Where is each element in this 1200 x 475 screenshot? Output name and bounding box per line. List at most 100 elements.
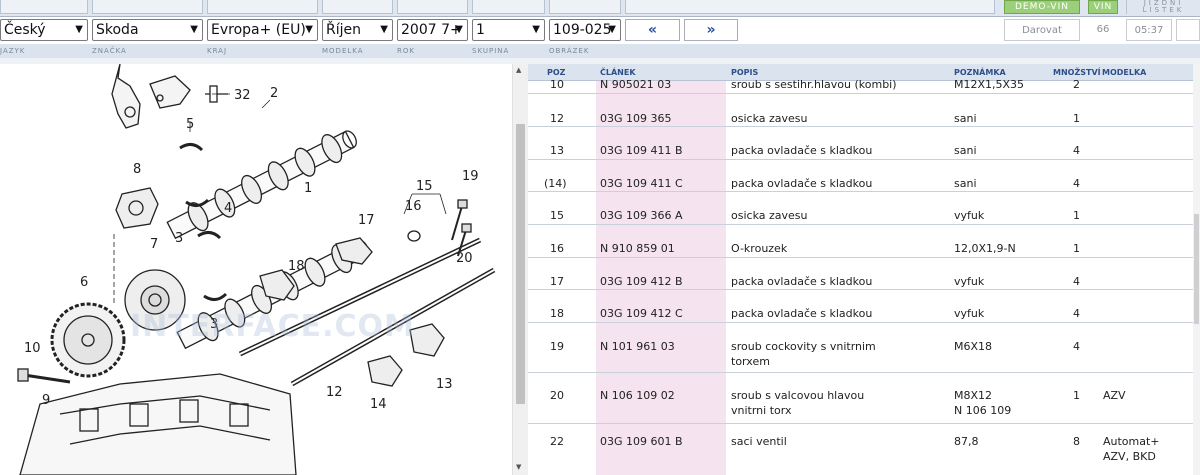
callout-19: 19 xyxy=(462,169,479,184)
cell-mnozstvi: 1 xyxy=(1073,389,1080,402)
scroll-thumb[interactable] xyxy=(516,124,525,404)
table-row[interactable]: 10 N 905021 03 sroub s sestihr.hlavou (k… xyxy=(528,78,1200,94)
top-tab-3[interactable] xyxy=(207,0,318,14)
cell-mnozstvi: 1 xyxy=(1073,112,1080,125)
year-value: 2007 7+ xyxy=(401,22,462,38)
table-row[interactable]: 16 N 910 859 01 O-krouzek 12,0X1,9-N 1 xyxy=(528,225,1200,258)
cell-poznamka: vyfuk xyxy=(954,275,985,288)
callout-7: 7 xyxy=(150,237,158,252)
cell-clanek[interactable]: 03G 109 366 A xyxy=(600,208,683,223)
callout-20: 20 xyxy=(456,251,473,266)
cell-clanek[interactable]: 03G 109 412 B xyxy=(600,274,683,289)
table-row[interactable]: 17 03G 109 412 B packa ovladače s kladko… xyxy=(528,258,1200,290)
table-scrollbar[interactable] xyxy=(1193,64,1200,475)
cell-clanek[interactable]: N 905021 03 xyxy=(600,77,671,92)
cell-modelka: AZV xyxy=(1103,389,1126,402)
cell-clanek[interactable]: 03G 109 601 B xyxy=(600,434,683,449)
table-row[interactable]: 13 03G 109 411 B packa ovladače s kladko… xyxy=(528,127,1200,160)
chevron-down-icon: ▼ xyxy=(305,24,313,35)
selector-row: Český ▼ Skoda ▼ Evropa+ (EU) ▼ Říjen ▼ 2007 … xyxy=(0,19,1200,42)
chevron-down-icon: ▼ xyxy=(190,24,198,35)
vin-button[interactable]: VIN xyxy=(1088,0,1118,14)
region-select[interactable]: Evropa+ (EU) ▼ xyxy=(207,19,318,41)
callout-17: 17 xyxy=(358,213,375,228)
table-scroll-thumb[interactable] xyxy=(1194,214,1199,324)
scroll-up-icon[interactable]: ▲ xyxy=(516,66,521,74)
chevron-down-icon: ▼ xyxy=(380,24,388,35)
brand-select[interactable]: Skoda ▼ xyxy=(92,19,203,41)
language-select[interactable]: Český ▼ xyxy=(0,19,88,41)
extra-box[interactable] xyxy=(1176,19,1200,41)
year-select[interactable]: 2007 7+ ▼ xyxy=(397,19,468,41)
top-tab-6[interactable] xyxy=(472,0,545,14)
cell-poznamka: sani xyxy=(954,144,977,157)
top-tab-4[interactable] xyxy=(322,0,393,14)
top-tab-2[interactable] xyxy=(92,0,203,14)
cell-poz: 15 xyxy=(550,209,564,222)
cell-modelka-line2: AZV, BKD xyxy=(1103,450,1156,463)
cell-clanek[interactable]: N 101 961 03 xyxy=(600,339,675,354)
cell-poznamka: sani xyxy=(954,112,977,125)
parts-diagram-svg: 32 2 5 8 1 4 15 19 16 17 3 7 20 18 3 6 1… xyxy=(17,64,496,475)
table-row[interactable]: 22 03G 109 601 B saci ventil 87,8 8 Auto… xyxy=(528,424,1200,475)
cell-poz: 12 xyxy=(550,112,564,125)
callout-6: 6 xyxy=(80,275,88,290)
callout-16: 16 xyxy=(405,199,422,214)
cell-clanek[interactable]: N 910 859 01 xyxy=(600,241,675,256)
callout-12: 12 xyxy=(326,385,343,400)
table-row[interactable]: 18 03G 109 412 C packa ovladače s kladko… xyxy=(528,290,1200,323)
table-row[interactable]: 15 03G 109 366 A osicka zavesu vyfuk 1 xyxy=(528,192,1200,225)
cell-clanek[interactable]: 03G 109 411 B xyxy=(600,143,683,158)
table-row[interactable]: 20 N 106 109 02 sroub s valcovou hlavou … xyxy=(528,373,1200,424)
cell-clanek[interactable]: 03G 109 365 xyxy=(600,111,672,126)
region-value: Evropa+ (EU) xyxy=(211,22,306,38)
top-tab-1[interactable] xyxy=(0,0,88,14)
callout-14: 14 xyxy=(370,397,387,412)
cell-mnozstvi: 4 xyxy=(1073,177,1080,190)
cell-popis-line2: vnitrni torx xyxy=(731,404,792,417)
callout-1: 1 xyxy=(304,181,312,196)
header-poz: POZ xyxy=(547,68,566,77)
cell-popis: saci ventil xyxy=(731,435,787,448)
chevron-down-icon: ▼ xyxy=(455,24,463,35)
cell-popis: packa ovladače s kladkou xyxy=(731,275,873,288)
cell-poznamka: vyfuk xyxy=(954,307,985,320)
table-row[interactable]: 19 N 101 961 03 sroub cockovity s vnitrn… xyxy=(528,323,1200,373)
top-tab-5[interactable] xyxy=(397,0,468,14)
chevron-down-icon: ▼ xyxy=(532,24,540,35)
cell-clanek[interactable]: 03G 109 411 C xyxy=(600,176,683,191)
callout-2: 2 xyxy=(270,86,278,101)
header-clanek: ČLÁNEK xyxy=(600,68,636,77)
diagram-scrollbar[interactable]: ▲ ▼ xyxy=(512,64,528,475)
picture-select[interactable]: 109-025 ▼ xyxy=(549,19,621,41)
donate-button[interactable]: Darovat xyxy=(1004,19,1080,41)
cell-mnozstvi: 8 xyxy=(1073,435,1080,448)
cell-poz: 22 xyxy=(550,435,564,448)
top-strip: DEMO-VIN VIN JÍZDNÍ LÍSTEK xyxy=(0,0,1200,17)
cell-popis: packa ovladače s kladkou xyxy=(731,177,873,190)
callout-9: 9 xyxy=(42,393,50,408)
cell-mnozstvi: 4 xyxy=(1073,307,1080,320)
chevron-down-icon: ▼ xyxy=(608,24,616,35)
label-rok: ROK xyxy=(397,47,415,55)
cell-poznamka: 12,0X1,9-N xyxy=(954,242,1016,255)
next-picture-button[interactable]: » xyxy=(684,19,738,41)
demo-vin-button[interactable]: DEMO-VIN xyxy=(1004,0,1080,14)
cell-clanek[interactable]: N 106 109 02 xyxy=(600,388,675,403)
cell-poz: 16 xyxy=(550,242,564,255)
cell-clanek[interactable]: 03G 109 412 C xyxy=(600,306,683,321)
cell-poz: 19 xyxy=(550,340,564,353)
scroll-down-icon[interactable]: ▼ xyxy=(516,463,521,471)
cell-poz: 17 xyxy=(550,275,564,288)
header-modelka: MODELKA xyxy=(1102,68,1147,77)
group-select[interactable]: 1 ▼ xyxy=(472,19,545,41)
table-row[interactable]: 12 03G 109 365 osicka zavesu sani 1 xyxy=(528,94,1200,127)
cell-popis: sroub s sestihr.hlavou (kombi) xyxy=(731,78,897,91)
top-tab-8[interactable] xyxy=(625,0,995,14)
top-tab-7[interactable] xyxy=(549,0,621,14)
prev-picture-button[interactable]: « xyxy=(625,19,680,41)
table-row[interactable]: (14) 03G 109 411 C packa ovladače s klad… xyxy=(528,160,1200,192)
model-select[interactable]: Říjen ▼ xyxy=(322,19,393,41)
parts-diagram[interactable]: 32 2 5 8 1 4 15 19 16 17 3 7 20 18 3 6 1… xyxy=(0,64,512,475)
jizdni-listek-link[interactable]: JÍZDNÍ LÍSTEK xyxy=(1126,0,1200,14)
